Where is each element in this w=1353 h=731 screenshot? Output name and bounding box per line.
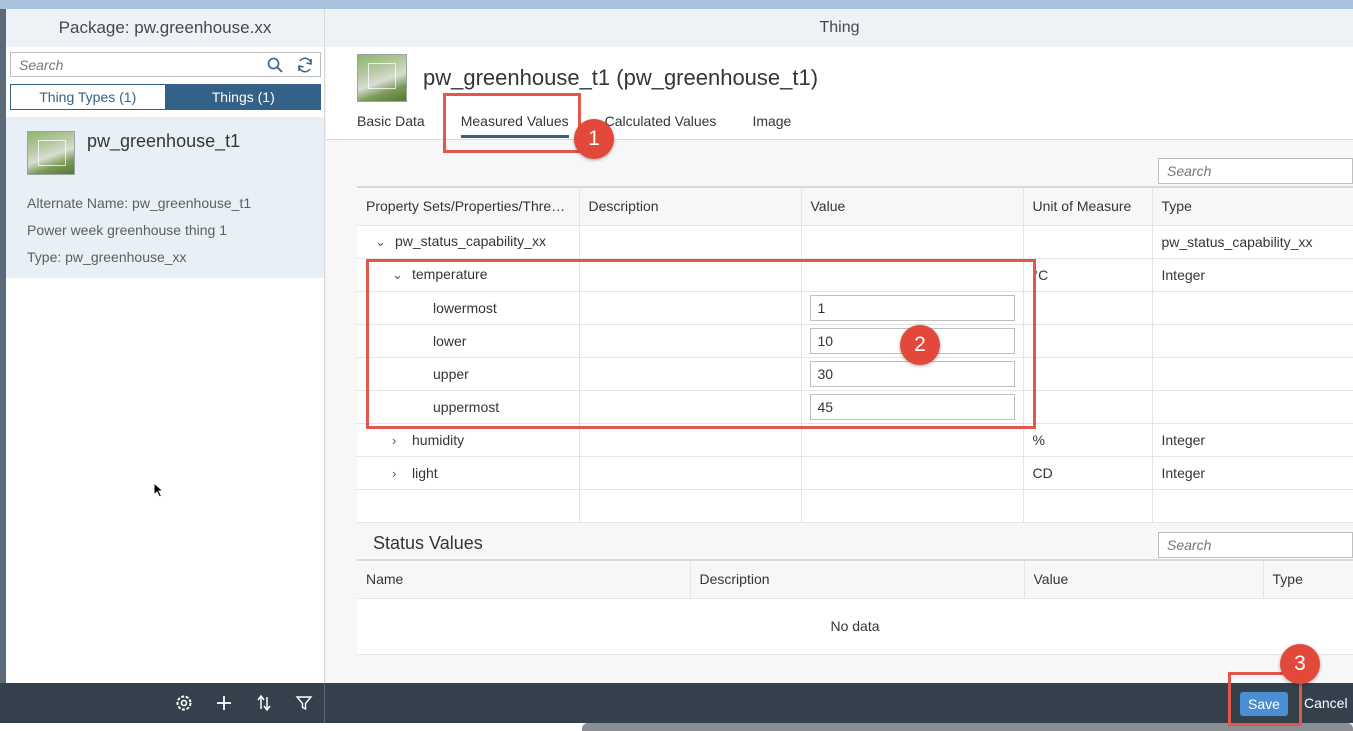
column-header-type[interactable]: Type	[1152, 186, 1353, 226]
thing-type-segmented-button: Thing Types (1) Things (1)	[10, 84, 321, 110]
footer-toolbar: Save Cancel	[0, 683, 1353, 723]
window-top-strip	[0, 0, 1353, 9]
tab-calculated-values[interactable]: Calculated Values	[605, 113, 717, 138]
detail-title: Thing	[326, 9, 1353, 47]
row-description	[579, 225, 802, 259]
add-icon[interactable]	[214, 693, 234, 713]
column-header-value[interactable]: Value	[801, 186, 1024, 226]
row-type: pw_status_capability_xx	[1152, 225, 1353, 259]
column-header-value[interactable]: Value	[1024, 559, 1264, 599]
column-header-description[interactable]: Description	[690, 559, 1025, 599]
status-values-search-field[interactable]: Search	[1158, 532, 1353, 558]
measured-values-search-field[interactable]: Search	[1158, 158, 1353, 184]
cancel-button[interactable]: Cancel	[1304, 695, 1348, 711]
chevron-down-icon[interactable]: ⌄	[375, 234, 389, 250]
search-placeholder: Search	[1167, 537, 1212, 553]
chevron-right-icon[interactable]: ›	[392, 433, 406, 448]
segment-thing-types[interactable]: Thing Types (1)	[10, 84, 166, 110]
no-data-text: No data	[357, 598, 1353, 655]
search-icon[interactable]	[266, 56, 284, 74]
row-type	[1152, 357, 1353, 391]
column-header-unit[interactable]: Unit of Measure	[1023, 186, 1153, 226]
table-header-row: Name Description Value Type	[357, 559, 1353, 599]
column-header-description[interactable]: Description	[579, 186, 802, 226]
search-placeholder: Search	[1167, 163, 1212, 179]
row-value	[801, 225, 1024, 259]
row-type: Integer	[1152, 258, 1353, 292]
master-search-field[interactable]: Search	[10, 52, 321, 77]
column-header-type[interactable]: Type	[1263, 559, 1353, 599]
row-type: Integer	[1152, 423, 1353, 457]
callout-badge-3: 3	[1280, 644, 1320, 684]
row-value	[801, 456, 1024, 490]
object-image	[357, 54, 407, 102]
list-item-type: Type: pw_greenhouse_xx	[27, 249, 187, 265]
row-uom	[1023, 225, 1153, 259]
column-header-property[interactable]: Property Sets/Properties/Thre…	[357, 186, 580, 226]
callout-badge-2: 2	[900, 325, 940, 365]
list-item-title: pw_greenhouse_t1	[87, 131, 241, 151]
thing-thumbnail-image	[27, 131, 75, 175]
row-uom	[1023, 291, 1153, 325]
master-pane: Package: pw.greenhouse.xx Search Thing T…	[6, 9, 325, 683]
row-description	[579, 456, 802, 490]
settings-icon[interactable]	[174, 693, 194, 713]
row-uom: °C	[1023, 258, 1153, 292]
package-title: Package: pw.greenhouse.xx	[6, 9, 324, 47]
row-name: humidity	[412, 431, 465, 448]
row-type	[1152, 390, 1353, 424]
row-type	[1152, 324, 1353, 358]
tab-basic-data[interactable]: Basic Data	[357, 113, 425, 138]
tab-image[interactable]: Image	[752, 113, 791, 138]
table-row: › light CD Integer	[357, 456, 1353, 490]
table-row: ⌄ pw_status_capability_xx pw_status_capab…	[357, 225, 1353, 259]
row-uom: %	[1023, 423, 1153, 457]
status-values-table: Name Description Value Type No data	[357, 559, 1353, 655]
chevron-right-icon[interactable]: ›	[392, 466, 406, 481]
search-placeholder: Search	[19, 57, 64, 73]
table-header-row: Property Sets/Properties/Thre… Descripti…	[357, 186, 1353, 226]
column-header-name[interactable]: Name	[357, 559, 691, 599]
filter-icon[interactable]	[294, 693, 314, 713]
list-item-thing[interactable]: pw_greenhouse_t1 Alternate Name: pw_gree…	[6, 117, 324, 278]
list-item-description: Power week greenhouse thing 1	[27, 222, 228, 238]
desktop-background	[0, 723, 582, 731]
row-type	[1152, 291, 1353, 325]
segment-things[interactable]: Things (1)	[165, 84, 321, 110]
table-row-empty: No data	[357, 598, 1353, 655]
sort-icon[interactable]	[254, 693, 274, 713]
highlight-measured-values-tab	[443, 93, 581, 153]
row-uom	[1023, 390, 1153, 424]
row-uom	[1023, 357, 1153, 391]
refresh-icon[interactable]	[296, 56, 314, 74]
status-values-title: Status Values	[373, 533, 483, 553]
row-name: pw_status_capability_xx	[395, 233, 546, 249]
table-row-empty	[357, 489, 1353, 523]
row-name: light	[412, 464, 438, 481]
row-uom	[1023, 324, 1153, 358]
mouse-cursor-icon	[153, 482, 165, 498]
row-type: Integer	[1152, 456, 1353, 490]
list-item-alternate-name: Alternate Name: pw_greenhouse_t1	[27, 195, 252, 211]
callout-badge-1: 1	[574, 119, 614, 159]
master-footer	[6, 683, 325, 723]
row-uom: CD	[1023, 456, 1153, 490]
object-title: pw_greenhouse_t1 (pw_greenhouse_t1)	[423, 65, 819, 90]
